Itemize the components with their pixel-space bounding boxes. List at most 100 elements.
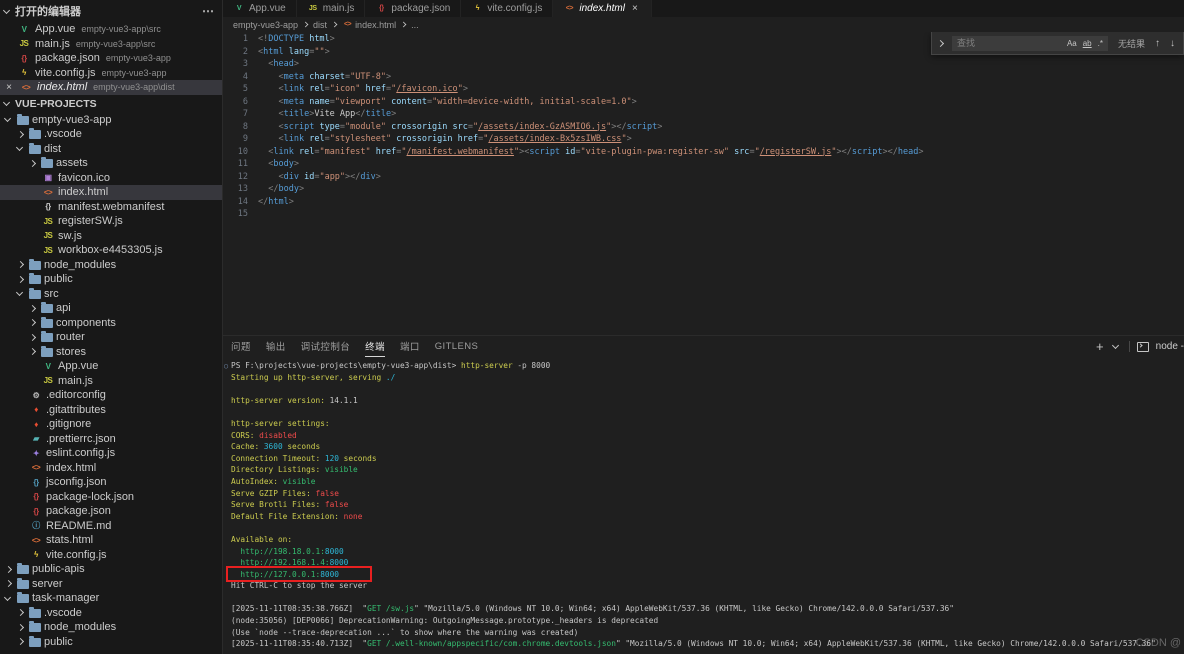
close-icon[interactable]: × <box>3 82 15 93</box>
tree-item[interactable]: ♦.gitignore <box>0 417 222 432</box>
tree-item[interactable]: {}package-lock.json <box>0 490 222 505</box>
folder-icon <box>41 304 53 313</box>
tree-item[interactable]: ♦.gitattributes <box>0 403 222 418</box>
open-editor-name: main.js <box>35 38 70 50</box>
editor-tab[interactable]: <>index.html× <box>553 0 652 17</box>
open-editor-item[interactable]: JSmain.jsempty-vue3-app\src <box>0 37 222 52</box>
folder-icon <box>41 159 53 168</box>
breadcrumb-item[interactable]: dist <box>313 20 327 30</box>
tree-item[interactable]: {}jsconfig.json <box>0 475 222 490</box>
tree-item[interactable]: stores <box>0 345 222 360</box>
panel-tab[interactable]: 调试控制台 <box>301 336 351 357</box>
chevron-right-icon <box>27 332 38 343</box>
tree-item[interactable]: src <box>0 287 222 302</box>
open-editor-item[interactable]: ×<>index.htmlempty-vue3-app\dist <box>0 80 222 95</box>
tree-item[interactable]: {}manifest.webmanifest <box>0 200 222 215</box>
tree-item[interactable]: VApp.vue <box>0 359 222 374</box>
editor-tab[interactable]: ϟvite.config.js <box>461 0 553 17</box>
find-next-icon[interactable]: ↓ <box>1170 38 1175 49</box>
chevron-right-icon <box>27 303 38 314</box>
tree-item[interactable]: {}package.json <box>0 504 222 519</box>
terminal-line <box>231 592 1184 604</box>
tree-item[interactable]: <>index.html <box>0 461 222 476</box>
tree-item[interactable]: router <box>0 330 222 345</box>
tree-item[interactable]: JSregisterSW.js <box>0 214 222 229</box>
find-input[interactable] <box>955 37 1063 49</box>
toggle-replace-chevron-icon[interactable] <box>935 38 946 49</box>
tree-item[interactable]: .vscode <box>0 127 222 142</box>
folder-icon <box>29 130 41 139</box>
tree-item-label: stores <box>56 346 86 358</box>
line-number: 8 <box>223 121 258 134</box>
match-case-button[interactable]: Aa <box>1065 39 1079 48</box>
tree-item[interactable]: public-apis <box>0 562 222 577</box>
regex-button[interactable]: .* <box>1096 39 1105 48</box>
panel-tab[interactable]: 问题 <box>231 336 251 357</box>
tree-item[interactable]: ⓘREADME.md <box>0 519 222 534</box>
editor-tab[interactable]: {}package.json <box>365 0 461 17</box>
terminal-session-label[interactable]: node - <box>1156 341 1184 352</box>
tree-item[interactable]: empty-vue3-app <box>0 113 222 128</box>
breadcrumb-item[interactable]: ... <box>411 20 419 30</box>
panel-tab[interactable]: GITLENS <box>435 336 478 357</box>
tree-item[interactable]: public <box>0 635 222 650</box>
tree-item[interactable]: assets <box>0 156 222 171</box>
js-icon: JS <box>307 5 319 12</box>
open-editor-item[interactable]: {} package.json empty-vue3-app <box>0 51 222 66</box>
tree-item[interactable]: .vscode <box>0 606 222 621</box>
code-editor[interactable]: 1<!DOCTYPE html>2<html lang="">3 <head>4… <box>223 32 1184 221</box>
open-editor-path: empty-vue3-app <box>106 53 171 63</box>
breadcrumb-item[interactable]: empty-vue3-app <box>233 20 298 30</box>
open-editor-name: package.json <box>35 52 100 64</box>
terminal-line <box>231 383 1184 395</box>
editor-tab[interactable]: JS main.js <box>297 0 366 17</box>
panel-tab[interactable]: 终端 <box>365 336 385 357</box>
tree-item-label: src <box>44 288 59 300</box>
tree-item[interactable]: ϟvite.config.js <box>0 548 222 563</box>
panel-tab[interactable]: 端口 <box>400 336 420 357</box>
npm-icon: {} <box>17 54 31 63</box>
tab-label: main.js <box>323 3 355 14</box>
tree-item[interactable]: components <box>0 316 222 331</box>
breadcrumb-item[interactable]: index.html <box>355 20 396 30</box>
close-icon[interactable]: × <box>629 3 641 14</box>
line-number: 10 <box>223 146 258 159</box>
chevron-right-icon <box>15 636 26 647</box>
tree-item[interactable]: server <box>0 577 222 592</box>
tree-item[interactable]: api <box>0 301 222 316</box>
find-previous-icon[interactable]: ↑ <box>1155 38 1160 49</box>
tree-item[interactable]: <>index.html <box>0 185 222 200</box>
open-editor-path: empty-vue3-app\src <box>81 24 161 34</box>
terminal-line: (node:35056) [DEP0066] DeprecationWarnin… <box>231 615 1184 627</box>
open-editor-item[interactable]: VApp.vueempty-vue3-app\src <box>0 22 222 37</box>
tree-item[interactable]: JSsw.js <box>0 229 222 244</box>
editor-tab[interactable]: VApp.vue <box>223 0 297 17</box>
panel-actions: + node - <box>1096 340 1184 353</box>
tree-item[interactable]: node_modules <box>0 258 222 273</box>
tree-item[interactable]: dist <box>0 142 222 157</box>
tree-item[interactable]: task-manager <box>0 591 222 606</box>
tree-item[interactable]: <>stats.html <box>0 533 222 548</box>
tree-item[interactable]: ✦eslint.config.js <box>0 446 222 461</box>
more-actions-icon[interactable]: ⋯ <box>202 4 214 18</box>
whole-word-button[interactable]: ab <box>1081 39 1094 48</box>
panel-tab[interactable]: 输出 <box>266 336 286 357</box>
tree-item-label: stats.html <box>46 534 93 546</box>
code-line: 9 <link rel="stylesheet" crossorigin hre… <box>223 133 1184 146</box>
tree-item-label: api <box>56 302 71 314</box>
open-editor-item[interactable]: ϟvite.config.jsempty-vue3-app <box>0 66 222 81</box>
terminal-dropdown-chevron-icon[interactable] <box>1111 341 1122 352</box>
line-number: 4 <box>223 71 258 84</box>
tree-item[interactable]: ▰.prettierrc.json <box>0 432 222 447</box>
tree-item[interactable]: ⚙.editorconfig <box>0 388 222 403</box>
tree-item[interactable]: ▣favicon.ico <box>0 171 222 186</box>
tree-item[interactable]: public <box>0 272 222 287</box>
terminal[interactable]: ○PS F:\projects\vue-projects\empty-vue3-… <box>223 357 1184 654</box>
project-section-header[interactable]: VUE-PROJECTS <box>0 95 222 113</box>
tree-item[interactable]: node_modules <box>0 620 222 635</box>
tree-item[interactable]: JSworkbox-e4453305.js <box>0 243 222 258</box>
open-editors-header[interactable]: 打开的编辑器 ⋯ <box>0 0 222 22</box>
tree-item[interactable]: JSmain.js <box>0 374 222 389</box>
terminal-line: http://192.168.1.4:8000 <box>231 557 1184 569</box>
new-terminal-button[interactable]: + <box>1096 340 1104 353</box>
